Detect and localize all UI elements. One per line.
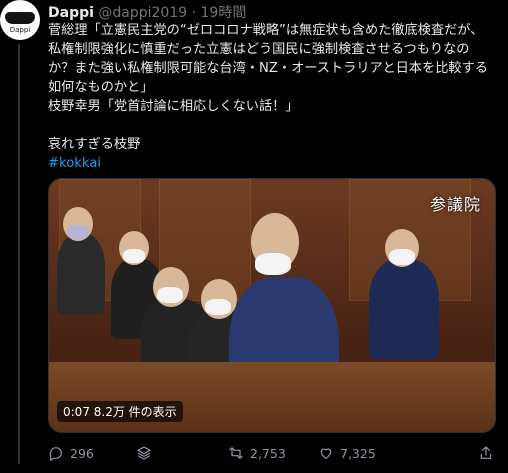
person xyxy=(57,234,105,314)
retweet-count: 2,753 xyxy=(250,445,286,461)
view-count: 8.2万 件の表示 xyxy=(93,405,177,419)
duration: 0:07 xyxy=(63,405,90,419)
mask xyxy=(157,287,183,303)
mask xyxy=(205,299,231,315)
text-line: 枝野幸男「党首討論に相応しくない話！」 xyxy=(48,99,299,114)
retweet-icon xyxy=(229,447,243,459)
display-name[interactable]: Dappi xyxy=(48,5,94,21)
tweet-text: 菅総理「立憲民主党の“ゼロコロナ戦略”は無症状も含めた徹底検査だが、 私権制限強… xyxy=(48,21,500,173)
share-icon xyxy=(480,446,492,459)
stack-button[interactable] xyxy=(136,445,152,461)
video-player[interactable]: 参議院 0:07 8.2万 件の表示 xyxy=(48,178,496,433)
thread-line xyxy=(18,44,20,464)
retweet-button[interactable]: 2,753 xyxy=(228,445,286,461)
person xyxy=(369,259,439,359)
speaker-mask xyxy=(255,253,291,275)
text-line: 如何なものかと」 xyxy=(48,80,154,95)
layers-icon xyxy=(137,446,151,460)
mask xyxy=(389,249,415,265)
tweet-header: Dappi @dappi2019 · 19時間 xyxy=(48,2,246,22)
action-bar: 296 2,753 7,325 xyxy=(48,445,500,465)
sunglasses-icon xyxy=(5,12,35,24)
mask xyxy=(67,225,89,239)
reply-icon xyxy=(49,447,62,461)
comment-line: 哀れすぎる枝野 xyxy=(48,137,141,152)
avatar-label: Dappi xyxy=(9,26,31,34)
share-button[interactable] xyxy=(478,445,494,461)
heart-icon xyxy=(320,448,332,460)
hashtag-link[interactable]: #kokkai xyxy=(48,154,500,173)
mask xyxy=(123,249,145,263)
watermark: 参議院 xyxy=(429,195,481,214)
handle[interactable]: @dappi2019 xyxy=(98,5,187,21)
avatar[interactable]: Dappi xyxy=(0,0,40,40)
reply-button[interactable]: 296 xyxy=(48,445,94,461)
reply-count: 296 xyxy=(70,445,94,461)
separator: · xyxy=(191,5,197,21)
tweet[interactable]: Dappi Dappi @dappi2019 · 19時間 菅総理「立憲民主党の… xyxy=(0,0,508,473)
like-count: 7,325 xyxy=(340,445,376,461)
text-line: 菅総理「立憲民主党の“ゼロコロナ戦略”は無症状も含めた徹底検査だが、 xyxy=(48,23,484,38)
text-line: 私権制限強化に慎重だった立憲はどう国民に強制検査させるつもりなの xyxy=(48,42,470,57)
like-button[interactable]: 7,325 xyxy=(318,445,376,461)
text-line: か？また強い私権制限可能な台湾・NZ・オーストラリアと日本を比較する xyxy=(48,61,488,76)
timestamp[interactable]: 19時間 xyxy=(201,5,247,21)
video-info-badge: 0:07 8.2万 件の表示 xyxy=(57,401,183,422)
